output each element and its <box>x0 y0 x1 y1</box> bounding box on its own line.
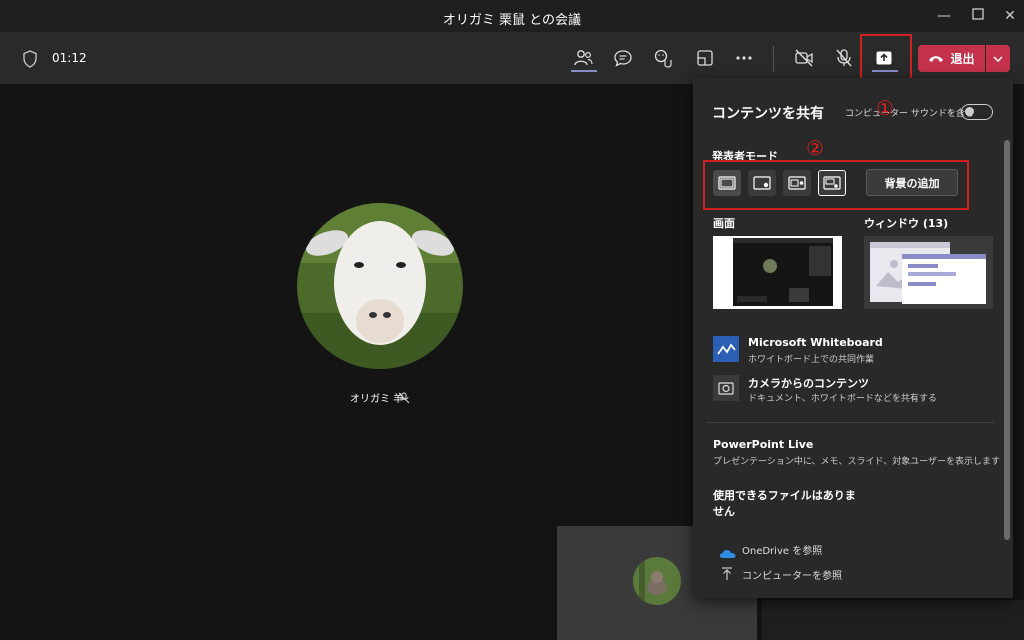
more-icon <box>736 56 752 60</box>
camera-content-title[interactable]: カメラからのコンテンツ <box>748 375 869 391</box>
no-files-line-1: 使用できるファイルはありま <box>713 489 856 502</box>
shield-icon <box>22 50 38 72</box>
camera-content-icon[interactable] <box>713 375 739 401</box>
hang-up-icon <box>929 55 944 62</box>
more-options-button[interactable] <box>729 43 759 73</box>
powerpoint-live-subtitle: プレゼンテーション中に、メモ、スライド、対象ユーザーを表示します <box>713 457 1001 467</box>
participants-active-indicator <box>571 70 597 72</box>
window-title: オリガミ 栗鼠 との会議 <box>442 13 582 28</box>
chat-icon <box>614 50 632 67</box>
whiteboard-subtitle: ホワイトボード上での共同作業 <box>748 355 875 365</box>
whiteboard-title[interactable]: Microsoft Whiteboard <box>748 336 883 349</box>
powerpoint-live-title: PowerPoint Live <box>713 438 814 451</box>
mic-off-icon <box>836 49 852 67</box>
participant-avatar <box>297 203 463 369</box>
right-strip <box>762 600 1024 640</box>
toolbar-divider <box>773 46 774 72</box>
onedrive-icon <box>720 544 736 563</box>
close-icon[interactable]: ✕ <box>1000 6 1020 26</box>
participants-button[interactable] <box>568 43 598 73</box>
panel-divider <box>706 422 994 423</box>
screen-thumbnail[interactable] <box>713 236 842 309</box>
leave-label: 退出 <box>950 52 975 66</box>
meeting-timer: 01:12 <box>52 51 87 65</box>
camera-content-subtitle: ドキュメント、ホワイトボードなどを共有する <box>748 394 937 404</box>
upload-icon <box>721 566 733 585</box>
participant-mic-off-icon <box>398 389 410 408</box>
no-files-line-2: せん <box>713 505 735 518</box>
leave-options-button[interactable] <box>986 45 1010 72</box>
panel-scrollbar[interactable] <box>1004 140 1010 540</box>
people-icon <box>574 50 593 66</box>
reactions-button[interactable] <box>648 43 678 73</box>
window-section-label: ウィンドウ (13) <box>864 217 949 230</box>
chevron-down-icon <box>993 55 1003 62</box>
mic-button[interactable] <box>829 43 859 73</box>
annotation-box-presenter-mode <box>703 160 969 210</box>
camera-off-icon <box>795 49 813 67</box>
browse-computer-link[interactable]: コンピューターを参照 <box>742 567 842 582</box>
whiteboard-icon[interactable] <box>713 336 739 362</box>
window-thumbnail[interactable] <box>864 236 993 309</box>
breakout-rooms-icon <box>697 50 713 66</box>
self-avatar <box>633 557 681 605</box>
share-panel-title: コンテンツを共有 <box>712 106 824 122</box>
minimize-icon[interactable]: — <box>934 6 954 26</box>
chat-button[interactable] <box>608 43 638 73</box>
computer-sound-toggle[interactable] <box>961 104 993 120</box>
participant-name: オリガミ 羊 <box>350 394 404 405</box>
rooms-button[interactable] <box>690 43 720 73</box>
computer-sound-label: コンピューター サウンドを含む <box>845 109 974 119</box>
leave-button[interactable]: 退出 <box>918 45 985 72</box>
reaction-hand-icon <box>654 49 672 68</box>
screen-section-label: 画面 <box>713 217 735 230</box>
annotation-marker-2: ② <box>806 136 824 160</box>
annotation-marker-1: ① <box>876 96 894 120</box>
browse-onedrive-link[interactable]: OneDrive を参照 <box>742 542 822 557</box>
maximize-icon[interactable] <box>968 6 988 26</box>
camera-button[interactable] <box>789 43 819 73</box>
